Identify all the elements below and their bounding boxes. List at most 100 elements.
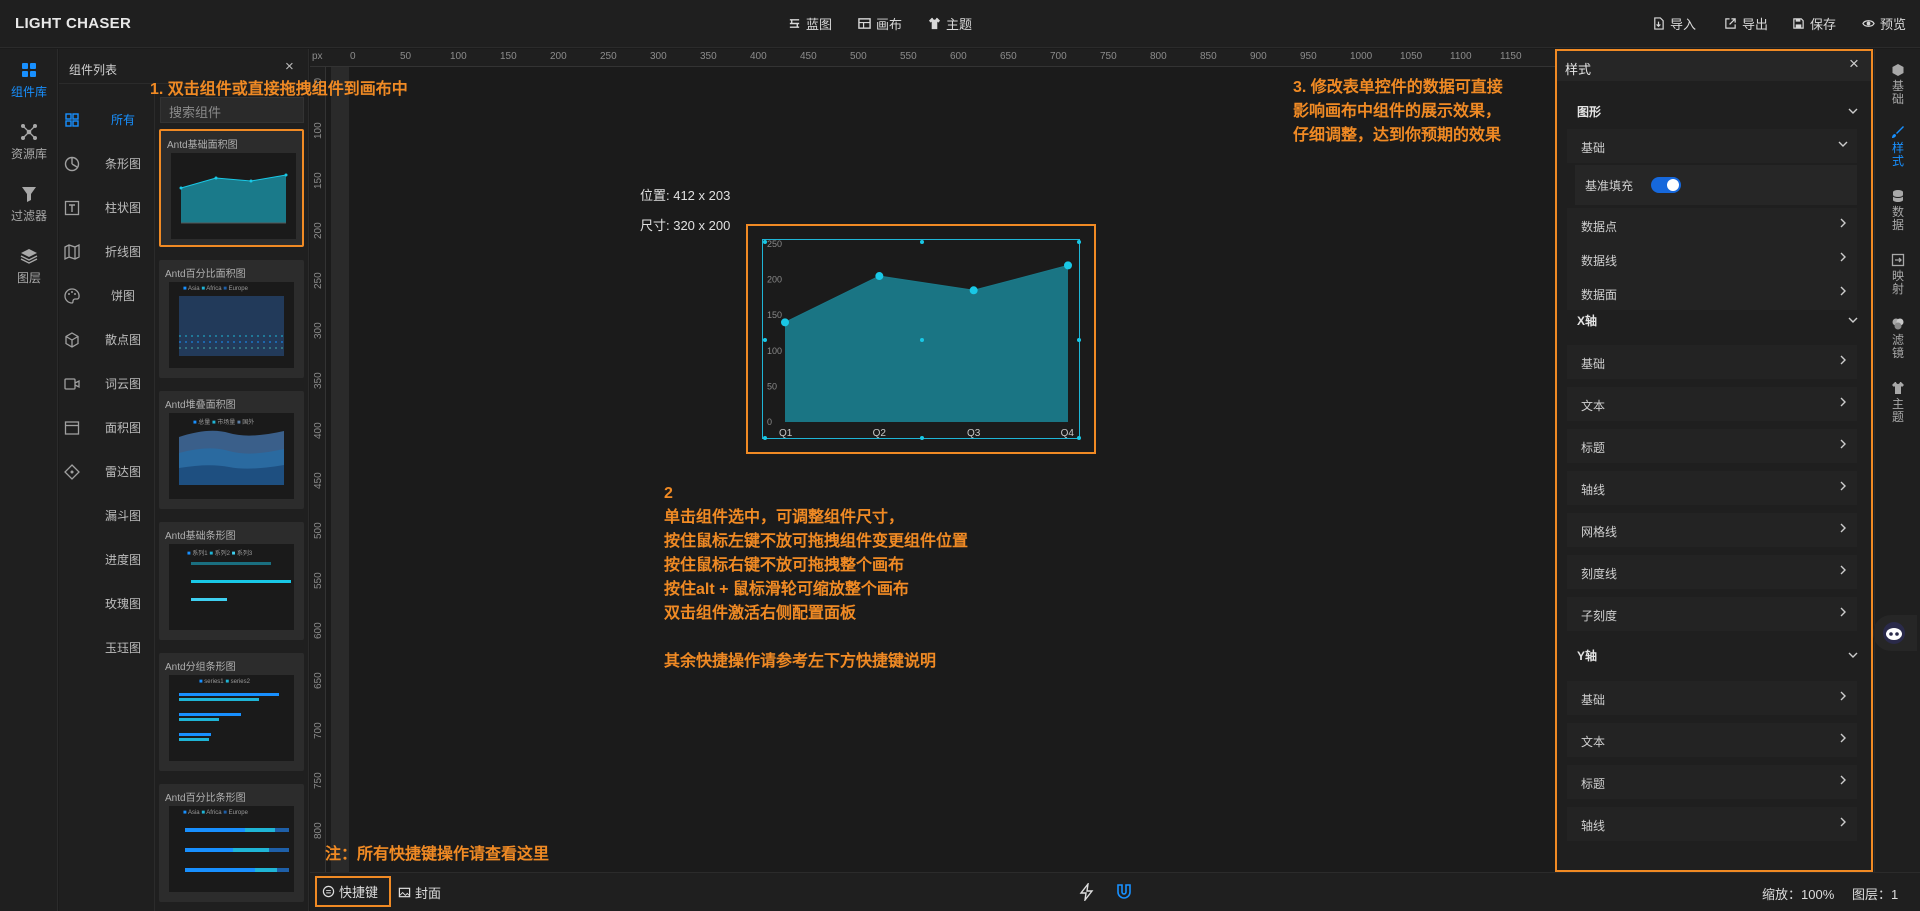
theme-label: 主题 [946, 17, 973, 32]
row-x-axis-line[interactable]: 轴线 [1567, 471, 1857, 505]
category-item[interactable]: 进度图 [97, 551, 149, 568]
cube-icon[interactable] [63, 331, 81, 349]
blueprint-button[interactable]: 蓝图 [788, 14, 832, 33]
row-x-tick-line[interactable]: 刻度线 [1567, 555, 1857, 589]
row-label: 数据面 [1581, 288, 1618, 302]
chevron-right-icon [1840, 252, 1846, 262]
category-item[interactable]: 词云图 [97, 375, 149, 392]
export-button[interactable]: 导出 [1724, 14, 1768, 33]
row-y-basic[interactable]: 基础 [1567, 681, 1857, 715]
export-label: 导出 [1742, 17, 1769, 32]
text-icon[interactable] [63, 199, 81, 217]
canvas-button[interactable]: 画布 [858, 14, 902, 33]
category-item[interactable]: 柱状图 [97, 199, 149, 216]
section-graphic-title[interactable]: 图形 [1577, 103, 1601, 120]
tab-basic[interactable]: 基础 [1889, 63, 1907, 106]
nav-layers[interactable]: 图层 [0, 247, 58, 286]
tab-theme[interactable]: 主题 [1889, 381, 1907, 424]
ruler-tick-label: 350 [313, 372, 324, 389]
category-item[interactable]: 漏斗图 [97, 507, 149, 524]
section-y-axis-title[interactable]: Y轴 [1577, 647, 1597, 664]
tab-mapping[interactable]: 映射 [1889, 253, 1907, 296]
component-card[interactable]: Antd分组条形图 ■ series1 ■ series2 [159, 653, 304, 771]
all-grid-icon[interactable] [63, 111, 81, 129]
nav-component-library[interactable]: 组件库 [0, 61, 58, 100]
nav-resource-library[interactable]: 资源库 [0, 123, 58, 162]
component-panel-title: 组件列表 [69, 63, 118, 77]
row-data-line[interactable]: 数据线 [1567, 242, 1857, 276]
chevron-right-icon [1840, 565, 1846, 575]
ruler-tick-label: 250 [313, 272, 324, 289]
window-icon[interactable] [63, 419, 81, 437]
component-card[interactable]: Antd基础条形图 ■ 系列1 ■ 系列2 ■ 系列3 [159, 522, 304, 640]
nav-filter[interactable]: 过滤器 [0, 185, 58, 224]
cover-button[interactable]: 封面 [398, 883, 441, 902]
chevron-down-icon[interactable] [1847, 105, 1859, 117]
lightning-icon[interactable] [1078, 883, 1096, 901]
row-y-axis-line[interactable]: 轴线 [1567, 807, 1857, 841]
row-label: 文本 [1581, 735, 1606, 749]
theme-button[interactable]: 主题 [928, 14, 972, 33]
component-card[interactable]: Antd百分比面积图 ■ Asia ■ Africa ■ Europe [159, 260, 304, 378]
area-chart-component[interactable]: 0 50 100 150 200 250 Q1 Q2 Q3 Q4 [762, 239, 1081, 440]
magnet-icon[interactable] [1115, 883, 1133, 901]
save-button[interactable]: 保存 [1792, 14, 1836, 33]
category-item[interactable]: 条形图 [97, 155, 149, 172]
ruler-tick-label: 250 [600, 51, 617, 62]
chart-pie-icon[interactable] [63, 155, 81, 173]
component-card[interactable]: Antd百分比条形图 ■ Asia ■ Africa ■ Europe [159, 784, 304, 902]
diamond-icon[interactable] [63, 463, 81, 481]
row-y-text[interactable]: 文本 [1567, 723, 1857, 757]
ruler-tick-label: 500 [850, 51, 867, 62]
row-graphic-basic[interactable]: 基础 [1567, 129, 1857, 163]
tab-filter[interactable]: 滤镜 [1889, 317, 1907, 360]
chevron-down-icon[interactable] [1847, 649, 1859, 661]
category-item[interactable]: 雷达图 [97, 463, 149, 480]
palette-icon[interactable] [63, 287, 81, 305]
category-item[interactable]: 散点图 [97, 331, 149, 348]
row-y-title[interactable]: 标题 [1567, 765, 1857, 799]
row-x-grid-line[interactable]: 网格线 [1567, 513, 1857, 547]
row-x-basic[interactable]: 基础 [1567, 345, 1857, 379]
row-x-title[interactable]: 标题 [1567, 429, 1857, 463]
assistant-button[interactable] [1873, 615, 1917, 651]
row-x-text[interactable]: 文本 [1567, 387, 1857, 421]
map-icon[interactable] [63, 243, 81, 261]
ruler-tick-label: 450 [800, 51, 817, 62]
chevron-right-icon [1840, 286, 1846, 296]
category-item[interactable]: 饼图 [97, 287, 149, 304]
baseline-fill-toggle[interactable] [1651, 177, 1681, 193]
y-tick-label: 100 [767, 346, 782, 356]
ruler-tick-label: 100 [450, 51, 467, 62]
tab-data[interactable]: 数据 [1889, 189, 1907, 232]
toggle-knob [1667, 179, 1679, 191]
chevron-down-icon[interactable] [1847, 314, 1859, 326]
row-data-points[interactable]: 数据点 [1567, 208, 1857, 242]
import-button[interactable]: 导入 [1652, 14, 1696, 33]
chevron-right-icon [1840, 733, 1846, 743]
export-icon [1725, 18, 1736, 29]
ruler-tick-label: 650 [1000, 51, 1017, 62]
video-icon[interactable] [63, 375, 81, 393]
canvas-scroll-track[interactable] [331, 67, 349, 872]
close-icon[interactable]: × [1849, 54, 1859, 74]
ruler-tick-label: 550 [313, 572, 324, 589]
ruler-tick-label: 200 [313, 222, 324, 239]
category-item[interactable]: 玫瑰图 [97, 595, 149, 612]
component-card[interactable]: Antd堆叠面积图 ■ 总量 ■ 市场量 ■ 国外 [159, 391, 304, 509]
ruler-tick-label: 1000 [1350, 51, 1373, 62]
category-item[interactable]: 玉珏图 [97, 639, 149, 656]
tab-style[interactable]: 样式 [1889, 125, 1907, 168]
preview-button[interactable]: 预览 [1862, 14, 1906, 33]
category-item[interactable]: 折线图 [97, 243, 149, 260]
shortcuts-button[interactable]: 快捷键 [315, 876, 391, 907]
category-all[interactable]: 所有 [97, 111, 149, 128]
area-series [785, 265, 1068, 422]
row-x-subtick[interactable]: 子刻度 [1567, 597, 1857, 631]
row-data-area[interactable]: 数据面 [1567, 276, 1857, 310]
close-icon[interactable]: × [285, 58, 294, 75]
category-item[interactable]: 面积图 [97, 419, 149, 436]
brush-icon [1892, 126, 1904, 138]
component-card[interactable]: Antd基础面积图 [159, 129, 304, 247]
section-x-axis-title[interactable]: X轴 [1577, 312, 1597, 329]
